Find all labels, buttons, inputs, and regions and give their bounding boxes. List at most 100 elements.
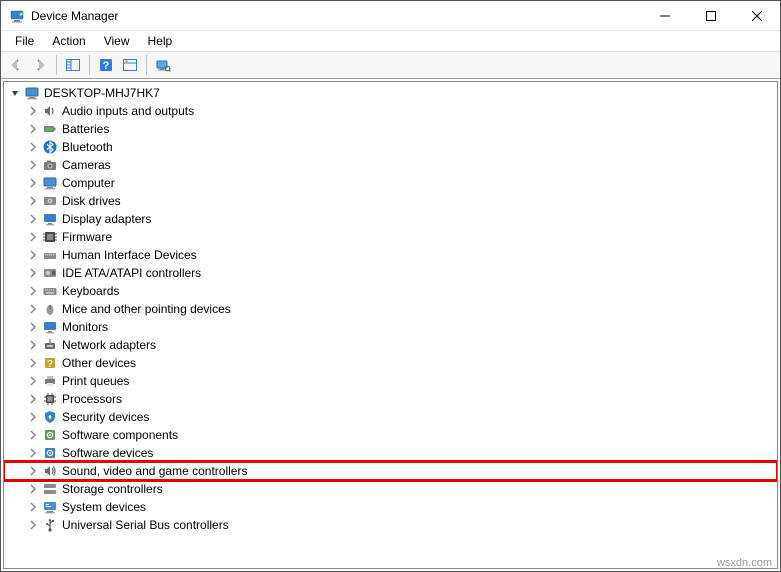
disk-icon — [42, 193, 58, 209]
tree-item[interactable]: Audio inputs and outputs — [4, 102, 777, 120]
menu-help[interactable]: Help — [140, 32, 181, 50]
chevron-right-icon[interactable] — [26, 428, 40, 442]
tree-item[interactable]: Human Interface Devices — [4, 246, 777, 264]
monitor-icon — [42, 319, 58, 335]
chevron-right-icon[interactable] — [26, 176, 40, 190]
chevron-right-icon[interactable] — [26, 248, 40, 262]
watermark: wsxdn.com — [717, 557, 772, 569]
tree-item[interactable]: Display adapters — [4, 210, 777, 228]
tree-item[interactable]: Bluetooth — [4, 138, 777, 156]
menu-view[interactable]: View — [96, 32, 138, 50]
tree-item[interactable]: Cameras — [4, 156, 777, 174]
chevron-right-icon[interactable] — [26, 482, 40, 496]
tree-children: Audio inputs and outputs Batteries Bluetoo… — [4, 102, 777, 534]
tree-item[interactable]: Keyboards — [4, 282, 777, 300]
chevron-right-icon[interactable] — [26, 302, 40, 316]
chevron-right-icon[interactable] — [26, 374, 40, 388]
tree-item-label: Storage controllers — [62, 482, 171, 496]
chevron-right-icon[interactable] — [26, 122, 40, 136]
chevron-right-icon[interactable] — [26, 446, 40, 460]
tree-item-label: Display adapters — [62, 212, 159, 226]
tree-item[interactable]: IDE ATA/ATAPI controllers — [4, 264, 777, 282]
tree-item-label: Monitors — [62, 320, 116, 334]
printer-icon — [42, 373, 58, 389]
tree-item[interactable]: Mice and other pointing devices — [4, 300, 777, 318]
tree-item[interactable]: System devices — [4, 498, 777, 516]
chevron-right-icon[interactable] — [26, 284, 40, 298]
properties-button[interactable] — [119, 54, 141, 76]
tree-item-label: Software components — [62, 428, 186, 442]
tree-item-label: Other devices — [62, 356, 144, 370]
other-icon: ? — [42, 355, 58, 371]
chevron-right-icon[interactable] — [26, 158, 40, 172]
computer-icon — [42, 175, 58, 191]
chevron-right-icon[interactable] — [26, 500, 40, 514]
maximize-button[interactable] — [688, 1, 734, 31]
mouse-icon — [42, 301, 58, 317]
tree-item[interactable]: ? Other devices — [4, 354, 777, 372]
tree-item-label: Network adapters — [62, 338, 164, 352]
tree-item-label: Software devices — [62, 446, 161, 460]
tree-item[interactable]: Batteries — [4, 120, 777, 138]
tree-item-label: Batteries — [62, 122, 117, 136]
back-button[interactable] — [5, 54, 27, 76]
tree-root[interactable]: DESKTOP-MHJ7HK7 — [4, 84, 777, 102]
tree-item[interactable]: Processors — [4, 390, 777, 408]
storage-icon — [42, 481, 58, 497]
chevron-right-icon[interactable] — [26, 212, 40, 226]
system-icon — [42, 499, 58, 515]
keyboard-icon — [42, 283, 58, 299]
scan-hardware-button[interactable] — [152, 54, 174, 76]
network-icon — [42, 337, 58, 353]
show-hide-tree-button[interactable] — [62, 54, 84, 76]
tree-item-label: Sound, video and game controllers — [62, 464, 255, 478]
tree-item[interactable]: Monitors — [4, 318, 777, 336]
chevron-right-icon[interactable] — [26, 338, 40, 352]
forward-button[interactable] — [29, 54, 51, 76]
chevron-right-icon[interactable] — [26, 194, 40, 208]
display-icon — [42, 211, 58, 227]
chevron-right-icon[interactable] — [26, 356, 40, 370]
minimize-button[interactable] — [642, 1, 688, 31]
toolbar-separator — [146, 55, 147, 75]
camera-icon — [42, 157, 58, 173]
tree-item-label: Human Interface Devices — [62, 248, 205, 262]
chevron-right-icon[interactable] — [26, 140, 40, 154]
tree-item-label: Security devices — [62, 410, 157, 424]
chevron-right-icon[interactable] — [26, 464, 40, 478]
chevron-right-icon[interactable] — [26, 320, 40, 334]
tree-item-label: Processors — [62, 392, 130, 406]
tree-item[interactable]: Firmware — [4, 228, 777, 246]
tree-item-label: Firmware — [62, 230, 120, 244]
tree-item[interactable]: Security devices — [4, 408, 777, 426]
tree-item-label: IDE ATA/ATAPI controllers — [62, 266, 209, 280]
tree-item-label: Computer — [62, 176, 123, 190]
menu-file[interactable]: File — [7, 32, 42, 50]
tree-item-label: System devices — [62, 500, 154, 514]
audio-icon — [42, 103, 58, 119]
tree-item[interactable]: Storage controllers — [4, 480, 777, 498]
tree-item[interactable]: Print queues — [4, 372, 777, 390]
chevron-down-icon[interactable] — [8, 86, 22, 100]
tree-item[interactable]: Software devices — [4, 444, 777, 462]
device-tree[interactable]: DESKTOP-MHJ7HK7 Audio inputs and outputs… — [3, 81, 778, 569]
menu-action[interactable]: Action — [44, 32, 93, 50]
device-manager-window: Device Manager File Action View Help — [0, 0, 781, 572]
chevron-right-icon[interactable] — [26, 518, 40, 532]
tree-item[interactable]: Sound, video and game controllers — [4, 462, 777, 480]
chevron-right-icon[interactable] — [26, 410, 40, 424]
chevron-right-icon[interactable] — [26, 230, 40, 244]
tree-item-label: Print queues — [62, 374, 137, 388]
chevron-right-icon[interactable] — [26, 392, 40, 406]
close-button[interactable] — [734, 1, 780, 31]
titlebar: Device Manager — [1, 1, 780, 31]
window-controls — [642, 1, 780, 30]
tree-item[interactable]: Universal Serial Bus controllers — [4, 516, 777, 534]
tree-item[interactable]: Software components — [4, 426, 777, 444]
tree-item[interactable]: Disk drives — [4, 192, 777, 210]
tree-item[interactable]: Network adapters — [4, 336, 777, 354]
chevron-right-icon[interactable] — [26, 266, 40, 280]
tree-item[interactable]: Computer — [4, 174, 777, 192]
help-button[interactable]: ? — [95, 54, 117, 76]
chevron-right-icon[interactable] — [26, 104, 40, 118]
